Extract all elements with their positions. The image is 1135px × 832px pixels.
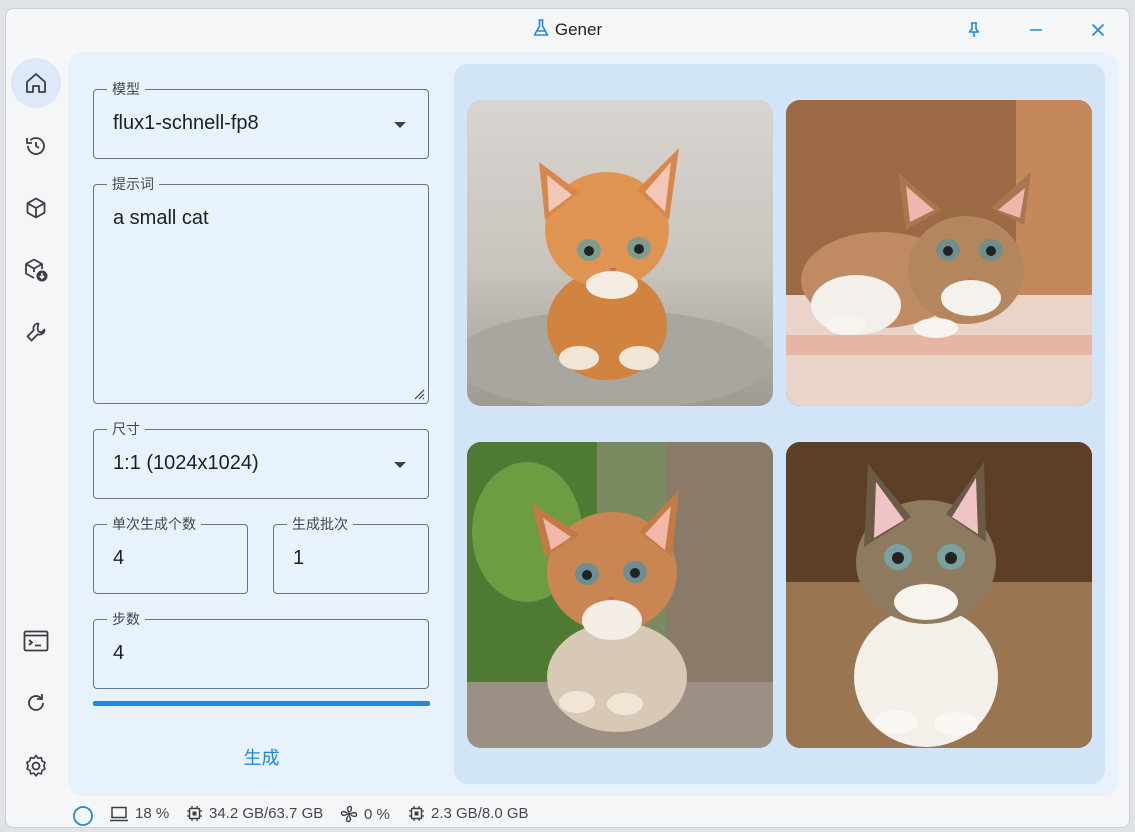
chip-icon	[187, 806, 202, 821]
app-window: Gener 模型 flux1-schnell-fp8 提示词 a small c…	[5, 8, 1130, 828]
model-select[interactable]: 模型 flux1-schnell-fp8	[93, 79, 429, 159]
pin-icon	[968, 22, 980, 37]
window-title: Gener	[554, 20, 603, 39]
wrench-icon	[26, 322, 46, 342]
laptop-icon	[110, 806, 128, 821]
steps-label: 步数	[107, 609, 145, 629]
generated-image-1[interactable]	[467, 100, 773, 406]
flask-icon	[533, 19, 549, 42]
minimize-icon	[1030, 29, 1042, 31]
circle-icon	[73, 806, 93, 826]
batch-count-input[interactable]: 生成批次 1	[273, 514, 429, 594]
cube-icon	[26, 197, 46, 219]
cpu-usage: 18 %	[109, 805, 169, 822]
generated-image-4[interactable]	[786, 442, 1092, 748]
refresh-icon	[28, 694, 44, 711]
gpu-usage-value: 0 %	[364, 805, 390, 823]
home-icon	[26, 73, 46, 93]
size-label: 尺寸	[107, 419, 145, 439]
history-icon	[26, 137, 45, 155]
nav-refresh[interactable]	[11, 678, 61, 728]
generation-progress-bar	[93, 701, 430, 706]
batch-size-value: 4	[113, 547, 125, 569]
ram-usage: 34.2 GB/63.7 GB	[186, 805, 323, 822]
chip-icon	[409, 806, 424, 821]
ram-usage-value: 34.2 GB/63.7 GB	[209, 805, 324, 822]
generate-button[interactable]: 生成	[93, 737, 430, 777]
window-title-container: Gener	[6, 19, 1129, 42]
image-gallery	[454, 64, 1105, 784]
vram-usage-value: 2.3 GB/8.0 GB	[431, 805, 529, 822]
cpu-usage-value: 18 %	[135, 805, 170, 822]
gear-icon	[26, 754, 46, 777]
vram-usage: 2.3 GB/8.0 GB	[408, 805, 529, 822]
nav-model-download[interactable]	[11, 245, 61, 295]
model-label: 模型	[107, 79, 145, 99]
nav-settings[interactable]	[11, 741, 61, 791]
batch-size-input[interactable]: 单次生成个数 4	[93, 514, 248, 594]
chevron-down-icon	[394, 462, 406, 468]
fan-icon	[340, 805, 358, 823]
prompt-textarea[interactable]: 提示词 a small cat	[93, 174, 429, 404]
prompt-value: a small cat	[113, 207, 209, 229]
cube-download-icon	[25, 258, 48, 282]
status-bar: 18 % 34.2 GB/63.7 GB 0 % 2.3 GB/8.0 GB	[6, 801, 1129, 827]
prompt-label: 提示词	[107, 174, 159, 194]
main-panel: 模型 flux1-schnell-fp8 提示词 a small cat 尺寸 …	[68, 52, 1118, 796]
chevron-down-icon	[394, 122, 406, 128]
batch-size-label: 单次生成个数	[107, 514, 201, 534]
size-value: 1:1 (1024x1024)	[113, 452, 259, 474]
steps-input[interactable]: 步数 4	[93, 609, 429, 689]
nav-models[interactable]	[11, 183, 61, 233]
close-icon	[1091, 23, 1105, 37]
batch-count-value: 1	[293, 547, 305, 569]
close-button[interactable]	[1087, 19, 1109, 41]
title-bar: Gener	[6, 9, 1129, 51]
resize-grip-icon[interactable]	[413, 388, 425, 400]
nav-terminal[interactable]	[11, 616, 61, 666]
nav-tools[interactable]	[11, 307, 61, 357]
size-select[interactable]: 尺寸 1:1 (1024x1024)	[93, 419, 429, 499]
model-value: flux1-schnell-fp8	[113, 112, 259, 134]
generated-image-2[interactable]	[786, 100, 1092, 406]
batch-count-label: 生成批次	[287, 514, 353, 534]
pin-button[interactable]	[963, 19, 985, 41]
nav-history[interactable]	[11, 121, 61, 171]
gpu-usage: 0 %	[340, 805, 390, 823]
steps-value: 4	[113, 642, 125, 664]
terminal-icon	[23, 630, 49, 652]
nav-home[interactable]	[11, 58, 61, 108]
status-indicator	[72, 805, 100, 827]
nav-rail	[6, 51, 66, 801]
minimize-button[interactable]	[1025, 19, 1047, 41]
generated-image-3[interactable]	[467, 442, 773, 748]
